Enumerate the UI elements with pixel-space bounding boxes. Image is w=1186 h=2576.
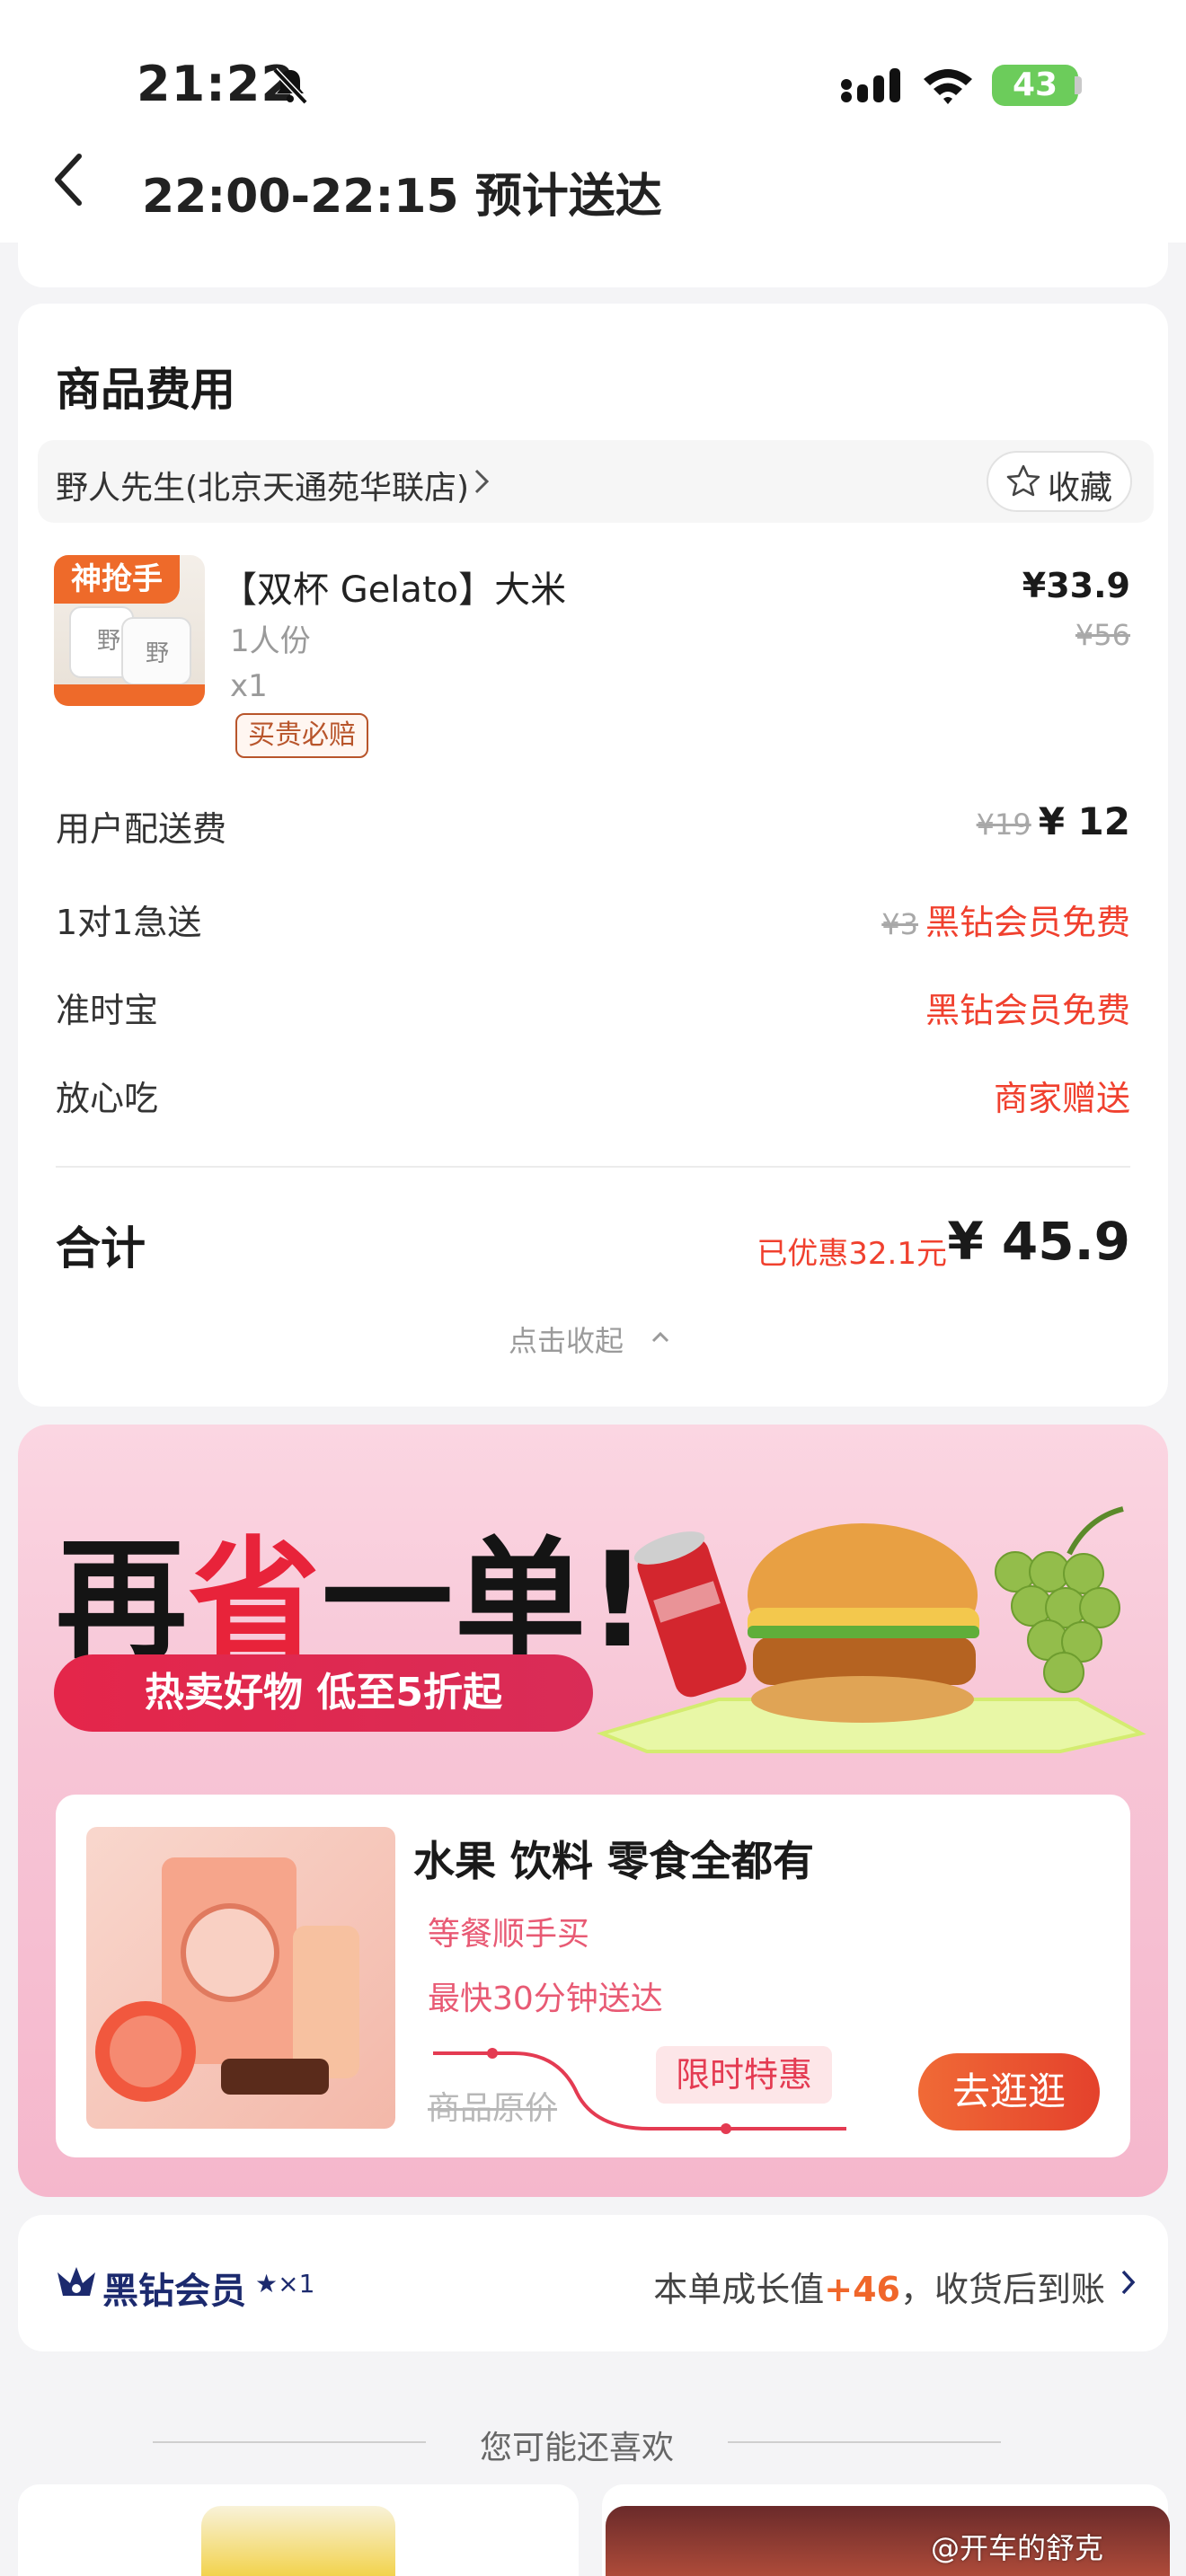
delivery-fee-label: 用户配送费 [56,809,227,849]
member-name: 黑钻会员 [102,2271,246,2312]
battery-tip [1075,76,1082,94]
mute-bell-icon [272,67,308,105]
chevron-right-icon[interactable] [471,465,492,498]
black-diamond-member-logo-icon [58,2267,95,2296]
browse-button[interactable]: 去逛逛 [918,2053,1100,2130]
total-discount: 已优惠32.1元 [757,1236,947,1272]
collapse-toggle[interactable]: 点击收起 [509,1319,624,1360]
chevron-right-icon[interactable] [1120,2267,1137,2298]
watermark: @开车的舒克 [931,2531,1104,2565]
burger-drink-illustration [596,1506,1146,1753]
growth-value: +46 [824,2270,900,2309]
express-label: 1对1急送 [56,903,202,942]
product-spec: 1人份 [230,623,311,659]
divider [56,1166,1130,1168]
guarantee-tag: 买贵必赔 [235,713,368,758]
delivery-fee-amount: ¥ 12 [1038,799,1130,843]
promo-sub-2: 最快30分钟送达 [428,1981,663,2017]
express-original: ¥3 [881,907,918,941]
promo-sub-1: 等餐顺手买 [428,1916,590,1953]
star-outline-icon[interactable] [1006,463,1040,498]
cellular-signal-icon [841,68,900,102]
member-star-level: ★×1 [255,2269,315,2298]
original-price-label: 商品原价 [428,2090,558,2127]
battery-indicator: 43 [992,65,1078,106]
delivery-fee-original: ¥19 [976,807,1031,842]
store-name[interactable]: 野人先生(北京天通苑华联店) [56,462,469,508]
divider-left [153,2441,426,2443]
express-value: ¥3 黑钻会员免费 [881,895,1130,944]
member-growth-info[interactable]: 本单成长值+46，收货后到账 [653,2262,1105,2311]
product-name[interactable]: 【双杯 Gelato】大米 [221,560,566,613]
product-badge: 神抢手 [54,555,180,604]
food-safety-value: 商家赠送 [993,1079,1130,1118]
product-image-footer [54,684,205,706]
food-safety-label: 放心吃 [56,1079,159,1118]
total-label: 合计 [56,1222,146,1275]
product-original-price: ¥56 [1075,618,1130,652]
delivery-fee-value: ¥19 ¥ 12 [977,799,1130,843]
express-amount: 黑钻会员免费 [925,903,1130,942]
fee-card-title: 商品费用 [56,364,235,416]
recommend-title: 您可能还喜欢 [480,2430,675,2466]
back-arrow-icon[interactable] [49,151,88,208]
divider-right [728,2441,1001,2443]
product-price: ¥33.9 [1022,566,1130,605]
page-title: 22:00-22:15 预计送达 [142,170,662,224]
chevron-up-icon[interactable] [649,1326,672,1349]
promo-inner-title: 水果 饮料 零食全都有 [413,1837,815,1885]
promo-pill: 热卖好物 低至5折起 [54,1654,593,1732]
total-price: ¥ 45.9 [947,1211,1130,1272]
ontime-value: 黑钻会员免费 [925,991,1130,1030]
favorite-label[interactable]: 收藏 [1048,462,1112,508]
ontime-label: 准时宝 [56,991,159,1030]
product-quantity: x1 [230,668,268,704]
snack-illustration [95,1857,359,2102]
snack-product-image [86,1827,395,2129]
recommend-image-left[interactable] [201,2506,395,2576]
previous-section-card [18,223,1168,287]
limited-offer-tag: 限时特惠 [656,2046,832,2104]
svg-text:野: 野 [146,640,169,667]
wifi-icon [924,69,972,104]
svg-text:野: 野 [97,628,120,655]
